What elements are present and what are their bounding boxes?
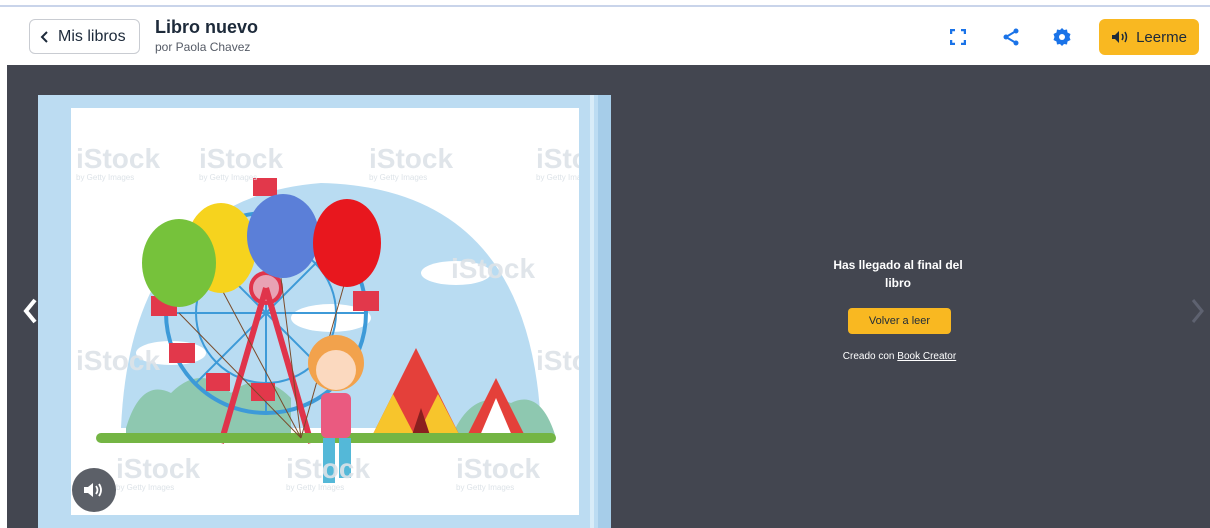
settings-button[interactable] bbox=[1049, 24, 1075, 50]
page-illustration: iStock iStock iStock iStock iStock iStoc… bbox=[71, 108, 579, 515]
svg-text:iStock: iStock bbox=[76, 345, 160, 376]
speaker-icon bbox=[1112, 31, 1128, 43]
share-icon bbox=[1003, 28, 1019, 46]
credit-prefix: Creado con bbox=[842, 351, 898, 362]
svg-text:by Getty Images: by Getty Images bbox=[199, 173, 257, 182]
svg-text:iStock: iStock bbox=[369, 143, 453, 174]
fullscreen-button[interactable] bbox=[945, 24, 971, 50]
book-title: Libro nuevo bbox=[155, 17, 258, 37]
svg-text:by Getty Images: by Getty Images bbox=[536, 173, 579, 182]
svg-text:by Getty Images: by Getty Images bbox=[76, 173, 134, 182]
book-author: por Paola Chavez bbox=[155, 40, 251, 54]
fullscreen-icon bbox=[950, 29, 966, 45]
svg-text:iStock: iStock bbox=[536, 345, 579, 376]
next-page-button bbox=[1187, 294, 1209, 328]
book-creator-link[interactable]: Book Creator bbox=[897, 351, 956, 362]
chevron-right-icon bbox=[1191, 299, 1204, 323]
page-edge bbox=[590, 95, 594, 528]
back-to-library-button[interactable]: Mis libros bbox=[29, 19, 140, 54]
svg-text:by Getty Images: by Getty Images bbox=[116, 483, 174, 492]
gear-icon bbox=[1053, 28, 1071, 46]
fairground-illustration: iStock iStock iStock iStock iStock iStoc… bbox=[71, 108, 579, 515]
page-spine bbox=[598, 95, 611, 528]
reread-button-label: Volver a leer bbox=[868, 315, 931, 327]
reread-button[interactable]: Volver a leer bbox=[848, 308, 951, 334]
share-button[interactable] bbox=[998, 24, 1024, 50]
header-bar: Mis libros Libro nuevo por Paola Chavez … bbox=[0, 7, 1210, 65]
svg-text:by Getty Images: by Getty Images bbox=[456, 483, 514, 492]
end-of-book-panel: Has llegado al final del libro bbox=[828, 256, 968, 292]
end-of-book-message: Has llegado al final del libro bbox=[833, 258, 963, 290]
speaker-icon bbox=[84, 483, 102, 497]
chevron-left-icon bbox=[40, 30, 48, 43]
svg-text:by Getty Images: by Getty Images bbox=[369, 173, 427, 182]
read-aloud-button[interactable]: Leerme bbox=[1099, 19, 1199, 55]
read-aloud-label: Leerme bbox=[1136, 28, 1187, 46]
svg-text:iStock: iStock bbox=[451, 253, 535, 284]
book-page: iStock iStock iStock iStock iStock iStoc… bbox=[38, 95, 611, 528]
svg-text:by Getty Images: by Getty Images bbox=[286, 483, 344, 492]
svg-text:iStock: iStock bbox=[286, 453, 370, 484]
svg-text:iStock: iStock bbox=[199, 143, 283, 174]
svg-text:iStock: iStock bbox=[536, 143, 579, 174]
chevron-left-icon bbox=[23, 298, 37, 324]
book-viewer: iStock iStock iStock iStock iStock iStoc… bbox=[7, 65, 1210, 528]
page-audio-button[interactable] bbox=[72, 468, 116, 512]
credit-line: Creado con Book Creator bbox=[828, 351, 971, 362]
previous-page-button[interactable] bbox=[19, 294, 41, 328]
svg-text:iStock: iStock bbox=[116, 453, 200, 484]
back-button-label: Mis libros bbox=[58, 27, 126, 45]
svg-text:iStock: iStock bbox=[76, 143, 160, 174]
svg-text:iStock: iStock bbox=[456, 453, 540, 484]
